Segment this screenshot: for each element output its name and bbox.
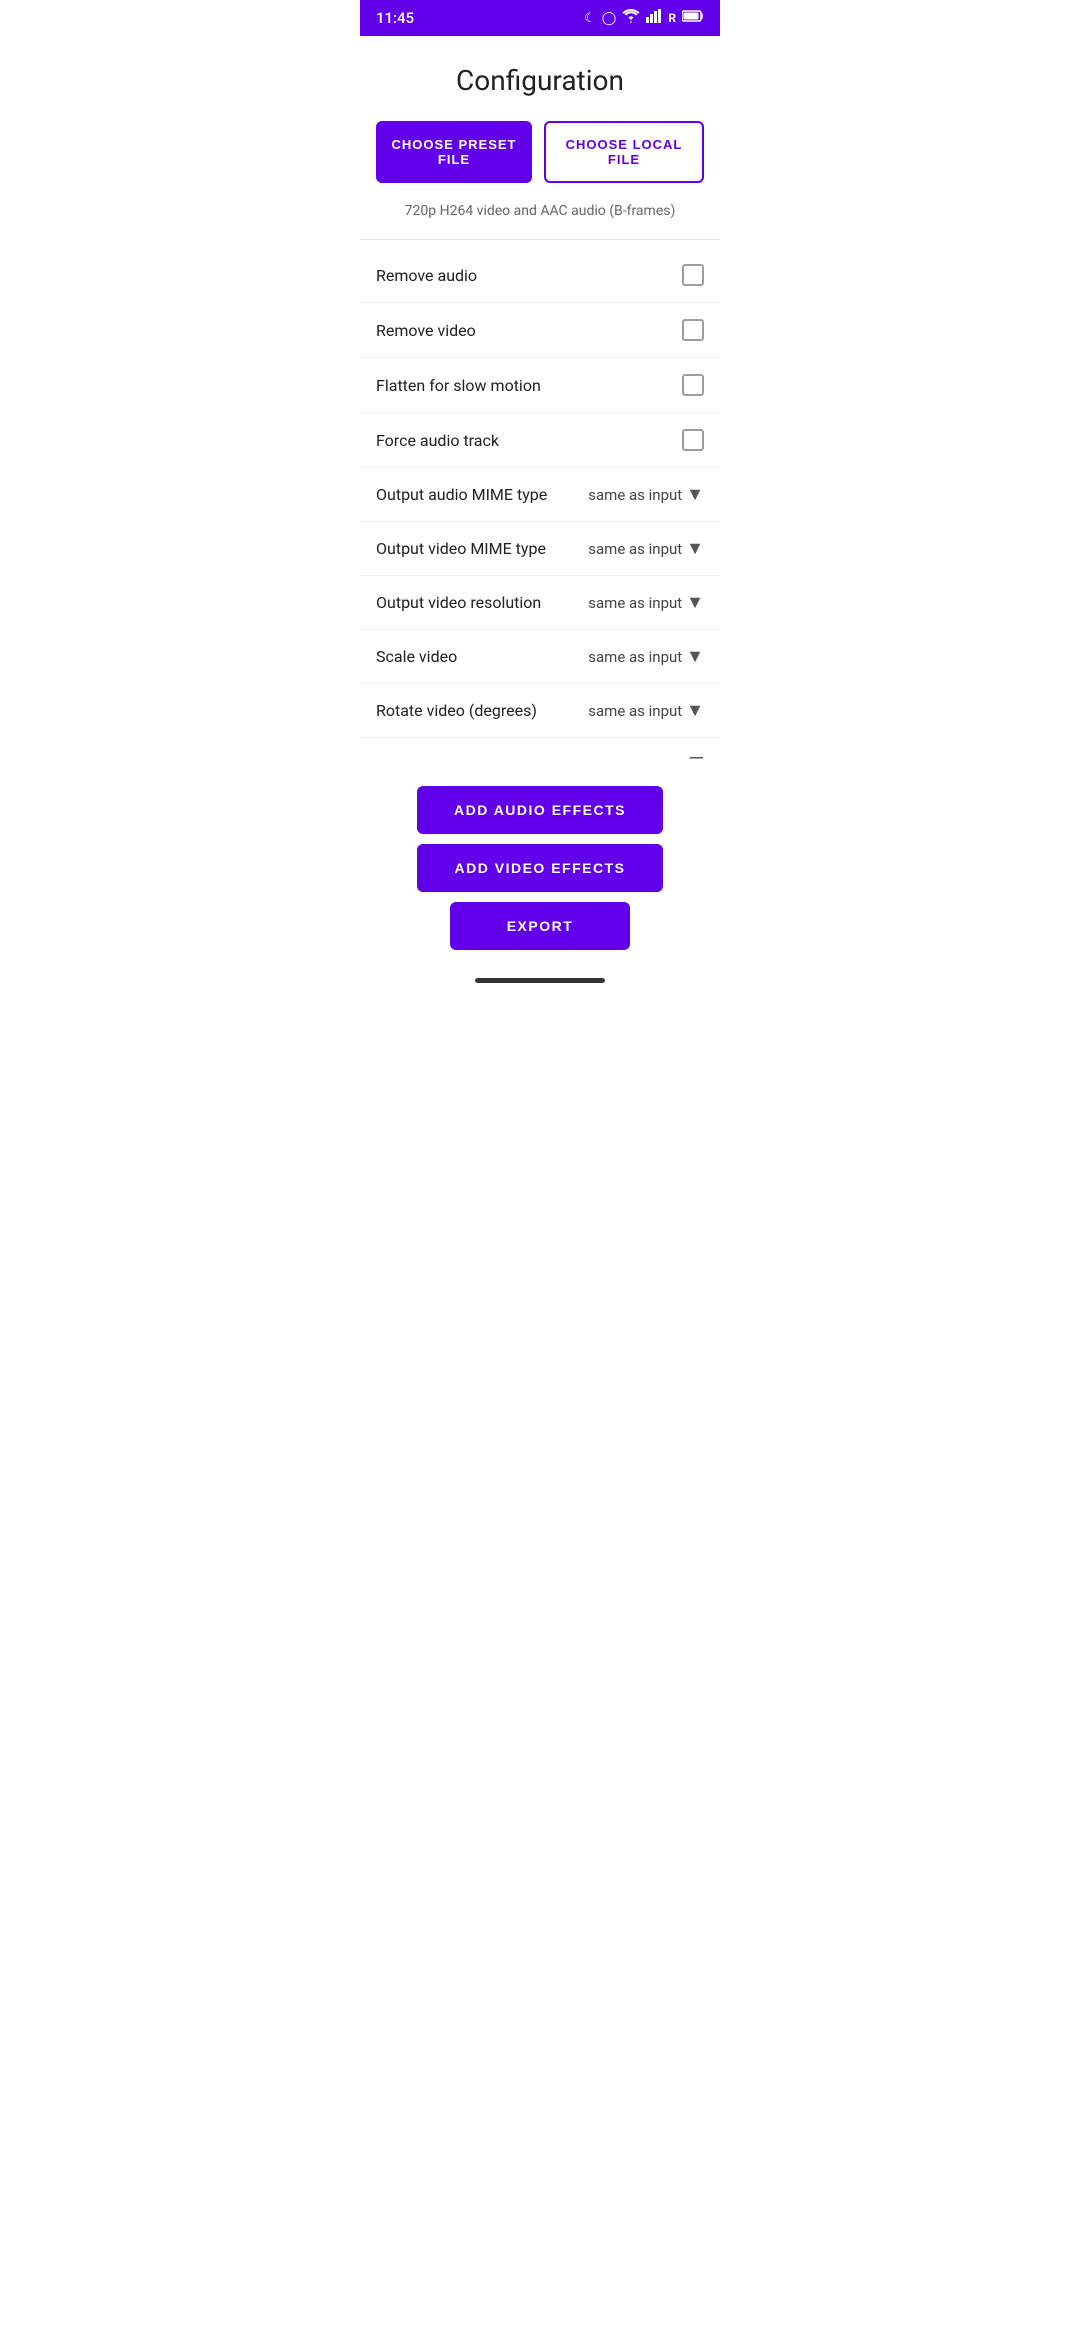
scale-video-arrow: ▼ [686,646,704,667]
status-time: 11:45 [376,9,414,27]
scale-video-label: Scale video [376,647,457,666]
top-divider [360,239,720,240]
preset-description: 720p H264 video and AAC audio (B-frames) [360,195,720,239]
flatten-slow-motion-checkbox[interactable] [682,374,704,396]
remove-audio-checkbox[interactable] [682,264,704,286]
scale-video-dropdown[interactable]: same as input ▼ [588,646,704,667]
output-audio-mime-dropdown[interactable]: same as input ▼ [588,484,704,505]
output-audio-mime-arrow: ▼ [686,484,704,505]
remove-audio-row: Remove audio [360,248,720,303]
output-video-resolution-dropdown[interactable]: same as input ▼ [588,592,704,613]
flatten-slow-motion-label: Flatten for slow motion [376,376,541,395]
choose-local-button[interactable]: CHOOSE LOCAL FILE [544,121,704,183]
force-audio-track-label: Force audio track [376,431,499,450]
output-video-mime-value: same as input [588,540,682,558]
output-video-mime-row: Output video MIME type same as input ▼ [360,522,720,576]
output-video-resolution-row: Output video resolution same as input ▼ [360,576,720,630]
rotate-video-row: Rotate video (degrees) same as input ▼ [360,684,720,738]
output-video-resolution-arrow: ▼ [686,592,704,613]
preset-local-button-row: CHOOSE PRESET FILE CHOOSE LOCAL FILE [360,121,720,195]
output-audio-mime-label: Output audio MIME type [376,485,547,504]
remove-video-label: Remove video [376,321,476,340]
add-video-effects-button[interactable]: ADD VIDEO EFFECTS [417,844,663,892]
scale-video-value: same as input [588,648,682,666]
remove-audio-label: Remove audio [376,266,477,285]
rotate-video-label: Rotate video (degrees) [376,701,537,720]
output-video-resolution-label: Output video resolution [376,593,541,612]
add-audio-effects-button[interactable]: ADD AUDIO EFFECTS [417,786,663,834]
remove-video-checkbox[interactable] [682,319,704,341]
signal-icon [646,9,662,27]
wifi-icon [622,9,640,27]
rotate-video-dropdown[interactable]: same as input ▼ [588,700,704,721]
output-video-resolution-value: same as input [588,594,682,612]
output-video-mime-label: Output video MIME type [376,539,546,558]
page-title: Configuration [360,36,720,121]
nav-pill [475,978,605,983]
battery-icon [682,10,704,26]
nav-bar [360,970,720,994]
circle-icon: ◯ [602,11,617,26]
output-audio-mime-row: Output audio MIME type same as input ▼ [360,468,720,522]
rotate-video-value: same as input [588,702,682,720]
force-audio-track-row: Force audio track [360,413,720,468]
force-audio-track-checkbox[interactable] [682,429,704,451]
status-bar: 11:45 ☾ ◯ R [360,0,720,36]
output-audio-mime-value: same as input [588,486,682,504]
export-button[interactable]: EXPORT [450,902,630,950]
output-video-mime-dropdown[interactable]: same as input ▼ [588,538,704,559]
choose-preset-button[interactable]: CHOOSE PRESET FILE [376,121,532,183]
scale-video-row: Scale video same as input ▼ [360,630,720,684]
r-signal-icon: R [668,11,676,25]
dash-separator: — [360,738,720,778]
status-icons: ☾ ◯ R [584,9,704,27]
remove-video-row: Remove video [360,303,720,358]
output-video-mime-arrow: ▼ [686,538,704,559]
moon-icon: ☾ [584,11,596,26]
bottom-buttons: ADD AUDIO EFFECTS ADD VIDEO EFFECTS EXPO… [360,778,720,970]
rotate-video-arrow: ▼ [686,700,704,721]
flatten-slow-motion-row: Flatten for slow motion [360,358,720,413]
